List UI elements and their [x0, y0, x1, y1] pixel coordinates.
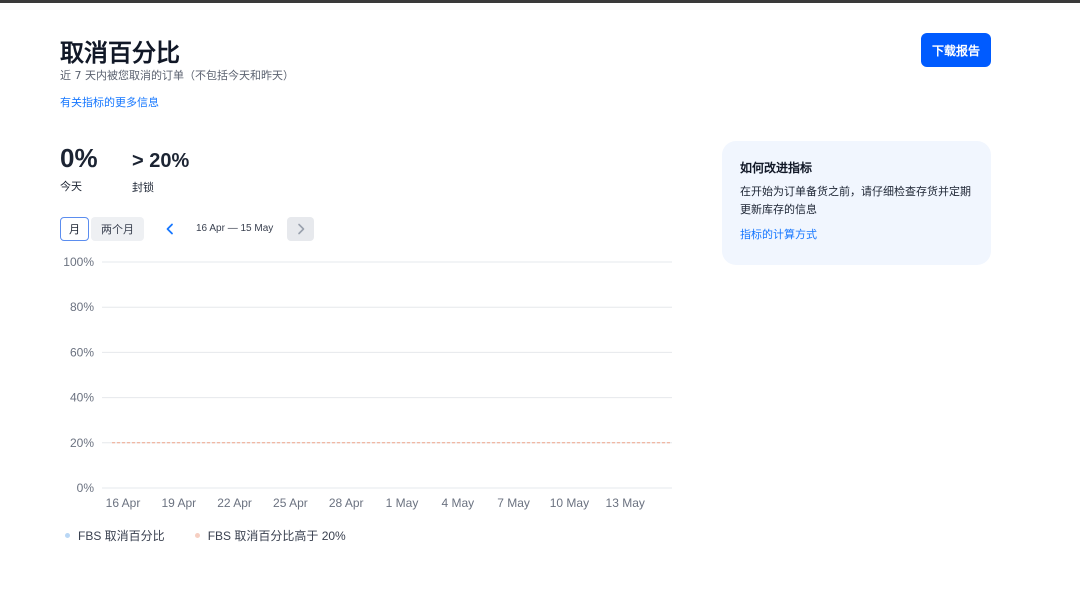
x-tick-label: 13 May [606, 496, 645, 510]
improve-metric-card: 如何改进指标 在开始为订单备货之前，请仔细检查存货并定期更新库存的信息 指标的计… [722, 141, 991, 265]
y-tick-label: 60% [70, 345, 94, 359]
y-tick-label: 80% [70, 300, 94, 314]
prev-period-button[interactable] [158, 217, 182, 241]
chevron-left-icon [166, 223, 173, 235]
calculation-method-link[interactable]: 指标的计算方式 [740, 226, 973, 242]
metric-today: 0% 今天 [60, 143, 98, 194]
y-tick-label: 40% [70, 391, 94, 405]
more-info-link[interactable]: 有关指标的更多信息 [60, 94, 159, 110]
card-body: 在开始为订单备货之前，请仔细检查存货并定期更新库存的信息 [740, 185, 971, 216]
legend-threshold-label: FBS 取消百分比高于 20% [207, 529, 346, 543]
page-subtitle: 近 7 天内被您取消的订单（不包括今天和昨天） [60, 69, 294, 82]
x-tick-label: 25 Apr [273, 496, 308, 510]
period-two-months-button[interactable]: 两个月 [91, 217, 144, 241]
x-tick-label: 22 Apr [217, 496, 252, 510]
legend-series-dot [65, 533, 70, 538]
next-period-button[interactable] [287, 217, 314, 241]
legend-item-series: FBS 取消百分比 [65, 527, 165, 544]
metric-block-value: > 20% [132, 150, 190, 172]
date-range-label: 16 Apr — 15 May [196, 223, 274, 234]
chevron-right-icon [297, 223, 304, 235]
legend-item-threshold: FBS 取消百分比高于 20% [194, 527, 346, 544]
y-tick-label: 0% [77, 481, 95, 495]
x-tick-label: 19 Apr [161, 496, 196, 510]
y-tick-label: 100% [63, 255, 94, 269]
cancellation-chart: 100% 80% 60% 40% 20% 0% 16 Apr 19 Apr 22 Apr 25 A… [63, 255, 672, 510]
legend-series-label: FBS 取消百分比 [78, 529, 165, 543]
metric-today-value: 0% [60, 143, 98, 173]
metric-block-label: 封锁 [132, 181, 154, 194]
x-tick-label: 1 May [386, 496, 419, 510]
x-tick-label: 4 May [441, 496, 474, 510]
x-tick-label: 16 Apr [106, 496, 141, 510]
x-tick-label: 10 May [550, 496, 589, 510]
y-tick-label: 20% [70, 436, 94, 450]
card-title: 如何改进指标 [740, 161, 813, 175]
metric-today-label: 今天 [60, 180, 82, 193]
metric-block: > 20% 封锁 [132, 150, 189, 195]
download-report-button[interactable]: 下载报告 [921, 33, 991, 67]
top-border [0, 0, 1080, 3]
x-tick-label: 7 May [497, 496, 530, 510]
chart-legend: FBS 取消百分比 FBS 取消百分比高于 20% [65, 527, 376, 544]
period-month-button[interactable]: 月 [60, 217, 89, 241]
page-title: 取消百分比 [60, 39, 180, 67]
x-tick-label: 28 Apr [329, 496, 364, 510]
legend-threshold-dot [194, 533, 200, 538]
